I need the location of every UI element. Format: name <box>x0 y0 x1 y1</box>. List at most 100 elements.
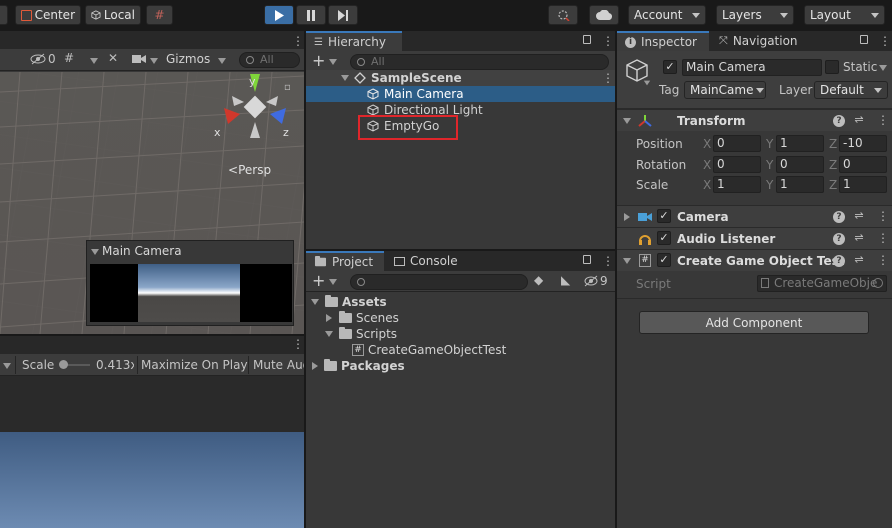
display-dropdown-icon[interactable] <box>3 363 11 369</box>
script-component-header[interactable]: # ✓ Create Game Object Test ? ⇌ ⋮ <box>617 249 892 271</box>
hierarchy-item[interactable]: EmptyGo <box>306 118 615 134</box>
scale-x-field[interactable]: 1 <box>713 176 761 193</box>
audio-listener-component-header[interactable]: ✓ Audio Listener ? ⇌ ⋮ <box>617 227 892 249</box>
gizmos-label[interactable]: Gizmos <box>166 52 210 66</box>
packages-expand-icon[interactable] <box>312 362 318 370</box>
camera-dropdown-icon[interactable] <box>150 58 158 64</box>
rotation-z-field[interactable]: 0 <box>839 156 887 173</box>
static-checkbox[interactable] <box>825 60 839 74</box>
tab-hierarchy[interactable]: ☰ Hierarchy <box>306 31 402 51</box>
project-add-dropdown-icon[interactable] <box>329 279 337 285</box>
position-z-label[interactable]: Z <box>829 137 837 151</box>
scale-slider-handle[interactable] <box>59 360 68 369</box>
gizmos-dropdown-icon[interactable] <box>218 58 226 64</box>
filter-by-label-icon[interactable]: ◣ <box>561 273 570 287</box>
scripts-folder-row[interactable]: Scripts <box>306 326 615 342</box>
hand-tool-button[interactable] <box>0 5 8 25</box>
position-y-field[interactable]: 1 <box>776 135 824 152</box>
scale-label[interactable]: Scale <box>636 178 668 192</box>
project-menu-icon[interactable]: ⋮ <box>602 255 614 267</box>
script-enabled-checkbox[interactable]: ✓ <box>657 253 671 267</box>
game-menu-icon[interactable]: ⋮ <box>292 338 304 350</box>
scene-menu-icon[interactable]: ⋮ <box>292 35 304 47</box>
position-x-label[interactable]: X <box>703 137 711 151</box>
lock-icon[interactable]: ▫ <box>284 82 291 93</box>
mute-audio-toggle[interactable]: Mute Audio <box>253 358 304 372</box>
help-icon[interactable]: ? <box>833 255 845 267</box>
camera-icon[interactable] <box>132 54 146 64</box>
scale-slider[interactable] <box>59 360 90 369</box>
component-menu-icon[interactable]: ⋮ <box>877 232 889 244</box>
tools-icon[interactable]: ✕ <box>108 51 118 65</box>
transform-collapse-icon[interactable] <box>623 118 631 124</box>
scenes-folder-row[interactable]: Scenes <box>306 310 615 326</box>
rotation-y-field[interactable]: 0 <box>776 156 824 173</box>
scenes-expand-icon[interactable] <box>326 314 332 322</box>
help-icon[interactable]: ? <box>833 233 845 245</box>
grid-snap-button[interactable]: # <box>146 5 173 25</box>
hierarchy-lock-icon[interactable] <box>583 35 591 44</box>
hierarchy-search[interactable]: All <box>350 54 609 70</box>
rotation-x-field[interactable]: 0 <box>713 156 761 173</box>
hierarchy-add-dropdown-icon[interactable] <box>329 59 337 65</box>
tab-project[interactable]: Project <box>306 251 384 271</box>
help-icon[interactable]: ? <box>833 115 845 127</box>
grid-icon[interactable]: # <box>64 51 74 65</box>
maximize-on-play-toggle[interactable]: Maximize On Play <box>141 358 248 372</box>
active-checkbox[interactable]: ✓ <box>663 60 677 74</box>
presets-icon[interactable]: ⇌ <box>853 114 865 126</box>
rotation-z-label[interactable]: Z <box>829 158 837 172</box>
scene-root-row[interactable]: SampleScene ⋮ <box>306 70 615 86</box>
script-file-row[interactable]: # CreateGameObjectTest <box>306 342 615 358</box>
persp-label[interactable]: <Persp <box>228 163 271 177</box>
position-z-field[interactable]: -10 <box>839 135 887 152</box>
rotation-y-label[interactable]: Y <box>766 158 773 172</box>
account-dropdown[interactable]: Account <box>628 5 706 25</box>
hierarchy-menu-icon[interactable]: ⋮ <box>602 35 614 47</box>
static-dropdown-icon[interactable] <box>879 65 887 71</box>
local-space-button[interactable]: Local <box>85 5 141 25</box>
assets-expand-icon[interactable] <box>311 299 319 305</box>
component-menu-icon[interactable]: ⋮ <box>877 254 889 266</box>
inspector-menu-icon[interactable]: ⋮ <box>879 35 891 47</box>
object-name-field[interactable]: Main Camera <box>682 59 822 76</box>
packages-folder-row[interactable]: Packages <box>306 358 615 374</box>
component-menu-icon[interactable]: ⋮ <box>877 210 889 222</box>
hierarchy-item[interactable]: Directional Light <box>306 102 615 118</box>
step-button[interactable] <box>328 5 358 25</box>
layout-dropdown[interactable]: Layout <box>804 5 885 25</box>
component-menu-icon[interactable]: ⋮ <box>877 114 889 126</box>
project-visibility-icon[interactable] <box>584 275 598 287</box>
presets-icon[interactable]: ⇌ <box>853 210 865 222</box>
pause-button[interactable] <box>296 5 326 25</box>
hierarchy-item[interactable]: Main Camera <box>306 86 615 102</box>
position-x-field[interactable]: 0 <box>713 135 761 152</box>
camera-component-header[interactable]: ✓ Camera ? ⇌ ⋮ <box>617 205 892 227</box>
tab-console[interactable]: Console <box>386 251 466 271</box>
rotation-x-label[interactable]: X <box>703 158 711 172</box>
tab-inspector[interactable]: i Inspector <box>617 31 709 51</box>
project-search[interactable] <box>350 274 528 290</box>
hierarchy-add-button[interactable]: + <box>312 51 325 70</box>
pivot-center-button[interactable]: Center <box>15 5 81 25</box>
scene-row-menu-icon[interactable]: ⋮ <box>602 72 614 84</box>
project-add-button[interactable]: + <box>312 271 325 290</box>
help-icon[interactable]: ? <box>833 211 845 223</box>
camera-enabled-checkbox[interactable]: ✓ <box>657 209 671 223</box>
icon-dropdown-icon[interactable] <box>643 80 651 86</box>
preview-collapse-icon[interactable] <box>91 249 99 255</box>
scale-z-field[interactable]: 1 <box>839 176 887 193</box>
scale-y-label[interactable]: Y <box>766 178 773 192</box>
layers-dropdown[interactable]: Layers <box>716 5 794 25</box>
rotation-label[interactable]: Rotation <box>636 158 686 172</box>
scene-visibility-icon[interactable] <box>30 53 46 65</box>
cloud-button[interactable] <box>589 5 619 25</box>
scale-z-label[interactable]: Z <box>829 178 837 192</box>
layer-dropdown[interactable]: Default <box>814 81 888 99</box>
presets-icon[interactable]: ⇌ <box>853 254 865 266</box>
audio-enabled-checkbox[interactable]: ✓ <box>657 231 671 245</box>
inspector-lock-icon[interactable] <box>860 35 868 44</box>
scene-viewport[interactable]: y x z ▫ <Persp Main Camera <box>0 72 304 334</box>
scale-y-field[interactable]: 1 <box>776 176 824 193</box>
scale-x-label[interactable]: X <box>703 178 711 192</box>
